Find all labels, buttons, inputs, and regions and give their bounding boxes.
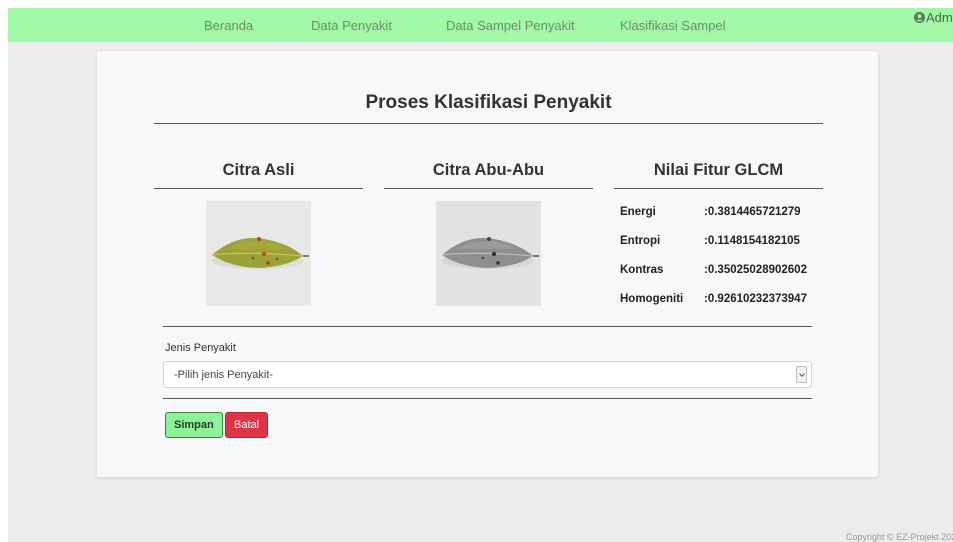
original-image-title: Citra Asli [222,161,295,179]
glcm-row-homogeniti: Homogeniti :0.92610232373947 [614,286,820,318]
disease-type-label: Jenis Penyakit [165,342,236,354]
title-divider [154,123,823,124]
grayscale-title-divider [384,188,593,189]
chevron-down-icon[interactable] [796,366,807,383]
page-title: Proses Klasifikasi Penyakit [365,92,612,113]
footer-copyright: Copyright © EZ-Projekt 2020 [846,532,953,542]
save-button[interactable]: Simpan [165,412,223,438]
user-menu[interactable]: Admi [914,10,953,25]
classification-card: Proses Klasifikasi Penyakit Citra Asli C… [97,51,878,477]
nav-item-klasifikasi-sampel[interactable]: Klasifikasi Sampel [620,18,726,33]
original-leaf-image [206,201,311,306]
grayscale-image-title: Citra Abu-Abu [432,161,545,179]
glcm-value: :0.35025028902602 [704,264,807,276]
nav-item-data-sampel-penyakit[interactable]: Data Sampel Penyakit [446,18,575,33]
glcm-title-divider [614,188,823,189]
glcm-value: :0.3814465721279 [704,206,801,218]
top-navbar: Beranda Data Penyakit Data Sampel Penyak… [8,8,953,42]
glcm-row-entropi: Entropi :0.1148154182105 [614,228,820,260]
grayscale-leaf-image [436,201,541,306]
glcm-title: Nilai Fitur GLCM [653,161,784,179]
glcm-label: Kontras [620,264,664,276]
glcm-row-energi: Energi :0.3814465721279 [614,199,820,231]
glcm-value: :0.92610232373947 [704,293,807,305]
glcm-label: Entropi [620,235,661,247]
cancel-button[interactable]: Batal [225,412,269,438]
user-name: Admi [926,10,953,25]
glcm-label: Homogeniti [620,293,684,305]
nav-item-data-penyakit[interactable]: Data Penyakit [311,18,392,33]
form-divider-bottom [163,398,812,399]
glcm-label: Energi [620,206,656,218]
nav-item-beranda[interactable]: Beranda [204,18,253,33]
disease-type-selected: -Pilih jenis Penyakit- [174,369,274,381]
form-divider-top [163,326,812,327]
glcm-value: :0.1148154182105 [704,235,800,247]
user-circle-icon [914,12,925,23]
original-title-divider [154,188,363,189]
disease-type-select[interactable]: -Pilih jenis Penyakit- [163,361,812,388]
glcm-row-kontras: Kontras :0.35025028902602 [614,257,820,289]
